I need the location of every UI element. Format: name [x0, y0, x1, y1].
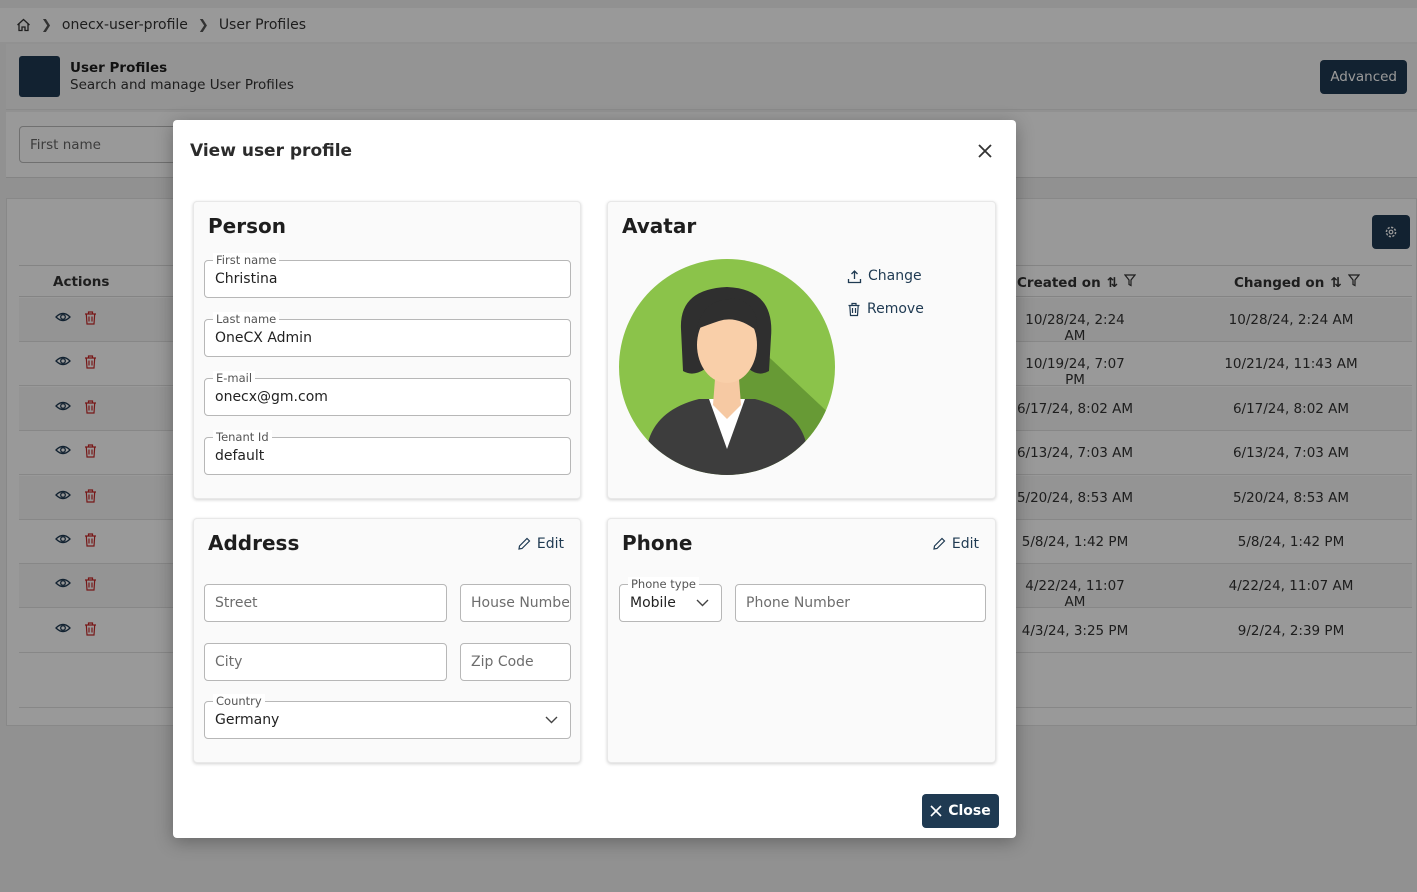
zip-code-input[interactable]: Zip Code	[460, 643, 571, 681]
user-avatar-image	[619, 259, 835, 475]
close-button-label: Close	[948, 803, 991, 819]
address-edit-label: Edit	[536, 536, 564, 552]
email-label: E-mail	[213, 371, 256, 385]
country-label: Country	[213, 694, 265, 708]
email-value: onecx@gm.com	[215, 389, 328, 405]
person-card: Person First name Christina Last name On…	[193, 201, 581, 499]
phone-edit-button[interactable]: Edit	[932, 536, 979, 552]
first-name-label: First name	[213, 253, 280, 267]
change-avatar-label: Change	[868, 268, 922, 284]
view-user-profile-dialog: View user profile Person First name Chri…	[173, 120, 1016, 838]
last-name-value: OneCX Admin	[215, 330, 312, 346]
country-value: Germany	[215, 712, 280, 728]
remove-avatar-label: Remove	[867, 301, 924, 317]
tenant-id-value: default	[215, 448, 265, 464]
change-avatar-button[interactable]: Change	[847, 268, 922, 284]
avatar-card: Avatar Change Remove	[607, 201, 996, 499]
pencil-icon	[933, 537, 946, 550]
phone-type-value: Mobile	[630, 595, 676, 611]
zip-code-placeholder: Zip Code	[471, 654, 534, 670]
close-dialog-button[interactable]: Close	[922, 794, 999, 828]
avatar-card-title: Avatar	[622, 214, 697, 238]
phone-number-placeholder: Phone Number	[746, 595, 851, 611]
city-placeholder: City	[215, 654, 243, 670]
address-edit-button[interactable]: Edit	[517, 536, 564, 552]
tenant-id-label: Tenant Id	[213, 430, 272, 444]
dialog-title: View user profile	[190, 141, 353, 161]
last-name-label: Last name	[213, 312, 280, 326]
phone-card: Phone Edit Phone type Mobile Phone Numbe…	[607, 518, 996, 763]
house-number-input[interactable]: House Number	[460, 584, 571, 622]
city-input[interactable]: City	[204, 643, 447, 681]
person-card-title: Person	[208, 214, 286, 238]
upload-icon	[847, 269, 862, 283]
address-card-title: Address	[208, 531, 300, 555]
tenant-id-field[interactable]: Tenant Id default	[204, 430, 571, 475]
close-icon[interactable]	[975, 141, 995, 161]
phone-type-select[interactable]: Phone type Mobile	[619, 577, 722, 622]
remove-avatar-button[interactable]: Remove	[847, 301, 924, 317]
chevron-down-icon	[545, 716, 558, 724]
phone-type-label: Phone type	[628, 577, 699, 591]
close-icon	[930, 805, 942, 817]
first-name-value: Christina	[215, 271, 278, 287]
phone-number-input[interactable]: Phone Number	[735, 584, 986, 622]
pencil-icon	[518, 537, 531, 550]
trash-icon	[848, 302, 860, 316]
phone-edit-label: Edit	[951, 536, 979, 552]
chevron-down-icon	[696, 599, 709, 607]
email-field[interactable]: E-mail onecx@gm.com	[204, 371, 571, 416]
phone-card-title: Phone	[622, 531, 693, 555]
house-number-placeholder: House Number	[471, 595, 571, 611]
street-input[interactable]: Street	[204, 584, 447, 622]
street-placeholder: Street	[215, 595, 258, 611]
first-name-field[interactable]: First name Christina	[204, 253, 571, 298]
country-select[interactable]: Country Germany	[204, 694, 571, 739]
last-name-field[interactable]: Last name OneCX Admin	[204, 312, 571, 357]
address-card: Address Edit Street House Number City Zi…	[193, 518, 581, 763]
